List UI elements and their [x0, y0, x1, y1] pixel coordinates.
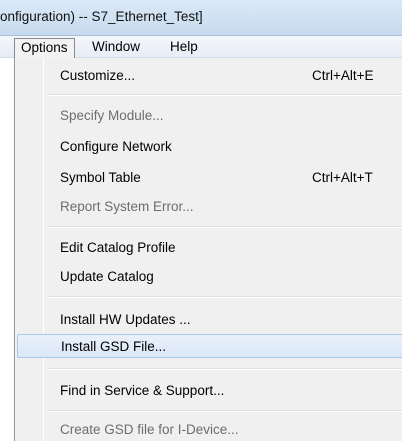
menu-item-label: Configure Network [60, 139, 172, 154]
menu-item-shortcut: Ctrl+Alt+T [312, 170, 373, 185]
menu-help[interactable]: Help [164, 38, 204, 56]
menu-item-find-in-service-support[interactable]: Find in Service & Support... [17, 379, 402, 403]
menu-item-report-system-error[interactable]: Report System Error... [17, 195, 402, 219]
menu-item-label: Specify Module... [60, 108, 164, 123]
menu-item-shortcut: Ctrl+Alt+E [312, 68, 374, 83]
menu-item-install-gsd-file[interactable]: Install GSD File... [17, 334, 402, 358]
menu-item-install-hw-updates[interactable]: Install HW Updates ... [17, 308, 402, 332]
menu-item-customize[interactable]: Customize... Ctrl+Alt+E [17, 64, 402, 88]
menu-item-label: Symbol Table [60, 170, 141, 185]
menu-separator [47, 94, 402, 96]
menu-item-label: Install GSD File... [61, 339, 167, 354]
window-title: onfiguration) -- S7_Ethernet_Test] [0, 9, 203, 24]
menu-separator [47, 296, 402, 298]
menu-options[interactable]: Options [14, 38, 75, 58]
menu-separator [47, 226, 402, 228]
menu-item-create-gsd-file[interactable]: Create GSD file for I-Device... [17, 418, 402, 441]
menu-item-label: Report System Error... [60, 199, 194, 214]
screen: onfiguration) -- S7_Ethernet_Test] Optio… [0, 0, 402, 441]
menu-item-edit-catalog-profile[interactable]: Edit Catalog Profile [17, 236, 402, 260]
options-dropdown-menu: Customize... Ctrl+Alt+E Specify Module..… [14, 58, 402, 441]
menu-item-label: Find in Service & Support... [60, 383, 225, 398]
menu-item-label: Create GSD file for I-Device... [60, 422, 239, 437]
menu-item-label: Edit Catalog Profile [60, 240, 176, 255]
menu-bar: Options Window Help [0, 36, 402, 58]
menu-item-update-catalog[interactable]: Update Catalog [17, 265, 402, 289]
menu-item-specify-module[interactable]: Specify Module... [17, 104, 402, 128]
menu-item-label: Install HW Updates ... [60, 312, 191, 327]
menu-separator [47, 368, 402, 370]
menu-window[interactable]: Window [86, 38, 146, 56]
menu-item-label: Update Catalog [60, 269, 154, 284]
title-bar: onfiguration) -- S7_Ethernet_Test] [0, 0, 402, 36]
menu-item-label: Customize... [60, 68, 136, 83]
menu-separator [47, 410, 402, 412]
menu-item-symbol-table[interactable]: Symbol Table Ctrl+Alt+T [17, 166, 402, 190]
menu-item-configure-network[interactable]: Configure Network [17, 135, 402, 159]
